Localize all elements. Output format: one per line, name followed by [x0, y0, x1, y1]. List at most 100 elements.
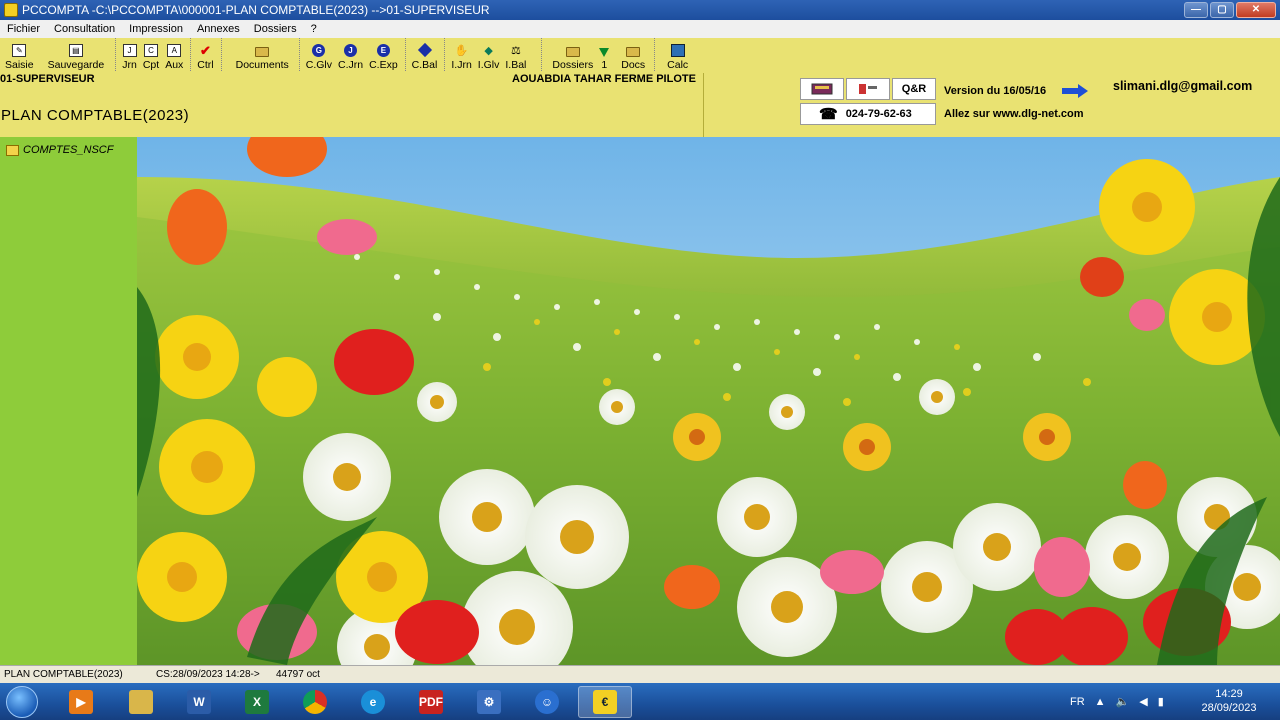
pencil-icon: ✎ [12, 44, 27, 57]
toolbar-label: Aux [165, 59, 184, 71]
folder-open-icon [565, 47, 580, 57]
toolbar-ibal-button[interactable]: ⚖ I.Bal [502, 38, 529, 71]
pdf-icon: PDF [419, 690, 443, 714]
toolbar-aux-button[interactable]: A Aux [162, 38, 186, 71]
circle-g-icon: G [312, 44, 326, 57]
maximize-button[interactable]: ▢ [1210, 2, 1234, 18]
toolbar-label: Dossiers [552, 59, 594, 71]
media-player-icon: ▶ [69, 690, 93, 714]
check-icon: ✔ [200, 42, 211, 58]
network-icon[interactable]: ▮ [1158, 695, 1164, 708]
docs-folder-icon [626, 47, 641, 57]
book-icon [811, 83, 833, 95]
taskbar-word[interactable]: W [172, 686, 226, 718]
toolbar-saisie-button[interactable]: ✎ Saisie [2, 38, 37, 71]
toolbar-label: C.Jrn [337, 59, 364, 71]
diamond-icon [417, 42, 432, 58]
toolbar-cexp-button[interactable]: E C.Exp [366, 38, 401, 71]
taskbar-excel[interactable]: X [230, 686, 284, 718]
circle-j-icon: J [344, 44, 358, 57]
menu-annexes[interactable]: Annexes [190, 23, 247, 35]
toolbar-jrn-button[interactable]: J Jrn [115, 38, 140, 71]
journal-icon: J [122, 44, 137, 57]
triangle-down-icon [599, 48, 610, 57]
toolbar-label: I.Glv [477, 59, 500, 71]
menu-help[interactable]: ? [304, 23, 324, 35]
menu-consultation[interactable]: Consultation [47, 23, 122, 35]
sidebar-item-label: COMPTES_NSCF [23, 144, 114, 156]
toolbar-iglv-button[interactable]: ◆ I.Glv [475, 38, 503, 71]
tray-expand-icon[interactable]: ▲ [1095, 696, 1106, 708]
calculator-icon [670, 44, 685, 57]
toolbar-dossier-1-button[interactable]: 1 [596, 38, 612, 71]
website-link[interactable]: Allez sur www.dlg-net.com [944, 108, 1084, 120]
auxiliary-icon: A [167, 44, 182, 57]
sidebar-item-comptes-nscf[interactable]: COMPTES_NSCF [6, 144, 113, 156]
chrome-icon [303, 690, 327, 714]
background-flower-image [137, 137, 1280, 665]
taskbar-app-3[interactable]: ☺ [520, 686, 574, 718]
toolbar-ijrn-button[interactable]: ✋ I.Jrn [444, 38, 474, 71]
pccompta-icon: € [593, 690, 617, 714]
menu-fichier[interactable]: Fichier [0, 23, 47, 35]
close-button[interactable]: ✕ [1236, 2, 1276, 18]
menu-bar: Fichier Consultation Impression Annexes … [0, 20, 1280, 38]
windows-taskbar: ▶ W X e PDF ⚙ ☺ € FR ▲ 🔈 ◀ ▮ 14:29 28/09… [0, 683, 1280, 720]
toolbar-label: Saisie [5, 59, 34, 71]
status-size: 44797 oct [276, 669, 320, 680]
toolbar-label: Ctrl [197, 59, 214, 71]
blue-app-icon: ☺ [535, 690, 559, 714]
qr-button[interactable]: Q&R [892, 78, 936, 100]
toolbar-documents-button[interactable]: Documents [220, 38, 295, 71]
taskbar-explorer[interactable] [114, 686, 168, 718]
toolbar-cbal-button[interactable]: C.Bal [404, 38, 441, 71]
taskbar-chrome[interactable] [288, 686, 342, 718]
clock-date: 28/09/2023 [1201, 702, 1257, 714]
help-book-button[interactable] [800, 78, 844, 100]
toolbar-docs-button[interactable]: Docs [618, 38, 648, 71]
toolbar-label: I.Bal [505, 59, 527, 71]
toolbar-cglv-button[interactable]: G C.Glv [298, 38, 335, 71]
toolbar-cjrn-button[interactable]: J C.Jrn [335, 38, 366, 71]
system-clock[interactable]: 14:29 28/09/2023 [1196, 687, 1262, 715]
header-divider [703, 73, 704, 137]
toolbar-calc-button[interactable]: Calc [654, 38, 691, 71]
tools-button[interactable] [846, 78, 890, 100]
toolbar-dossiers-button[interactable]: Dossiers [541, 38, 596, 71]
taskbar-app-2[interactable]: ⚙ [462, 686, 516, 718]
toolbar-label: C.Exp [369, 59, 398, 71]
taskbar-media-player[interactable]: ▶ [54, 686, 108, 718]
taskbar-pdf[interactable]: PDF [404, 686, 458, 718]
version-label: Version du 16/05/16 [944, 85, 1047, 97]
status-bar: PLAN COMPTABLE(2023) CS:28/09/2023 14:28… [0, 665, 1280, 683]
tools-icon [859, 84, 877, 94]
toolbar-label: C.Glv [305, 59, 332, 71]
menu-dossiers[interactable]: Dossiers [247, 23, 304, 35]
speaker-icon[interactable]: 🔈 [1116, 695, 1130, 708]
phone-button[interactable]: ☎ 024-79-62-63 [800, 103, 936, 125]
clock-time: 14:29 [1215, 688, 1243, 700]
scale-icon: ⚖ [510, 45, 521, 57]
phone-icon: ☎ [819, 106, 838, 123]
volume-icon[interactable]: ◀ [1139, 695, 1147, 708]
folder-icon [255, 47, 270, 57]
taskbar-ie[interactable]: e [346, 686, 400, 718]
hand-icon: ✋ [454, 45, 469, 57]
app-icon [4, 3, 18, 17]
taskbar-pccompta[interactable]: € [578, 686, 632, 718]
system-tray: FR ▲ 🔈 ◀ ▮ [1070, 683, 1164, 720]
language-indicator[interactable]: FR [1070, 696, 1085, 708]
menu-impression[interactable]: Impression [122, 23, 190, 35]
header-panel: 01-SUPERVISEUR PLAN COMPTABLE(2023) AOUA… [0, 73, 1280, 137]
toolbar: ✎ Saisie ▤ Sauvegarde J Jrn C Cpt A Aux … [0, 38, 1280, 73]
toolbar-ctrl-button[interactable]: ✔ Ctrl [190, 38, 216, 71]
folder-icon [129, 690, 153, 714]
toolbar-sauvegarde-button[interactable]: ▤ Sauvegarde [45, 38, 108, 71]
status-file: PLAN COMPTABLE(2023) [4, 669, 123, 680]
contact-email[interactable]: slimani.dlg@gmail.com [1113, 79, 1252, 93]
minimize-button[interactable]: — [1184, 2, 1208, 18]
toolbar-cpt-button[interactable]: C Cpt [140, 38, 162, 71]
window-title: PCCOMPTA -C:\PCCOMPTA\000001-PLAN COMPTA… [22, 3, 490, 17]
start-button[interactable] [6, 686, 38, 718]
toolbar-label: Docs [621, 59, 646, 71]
